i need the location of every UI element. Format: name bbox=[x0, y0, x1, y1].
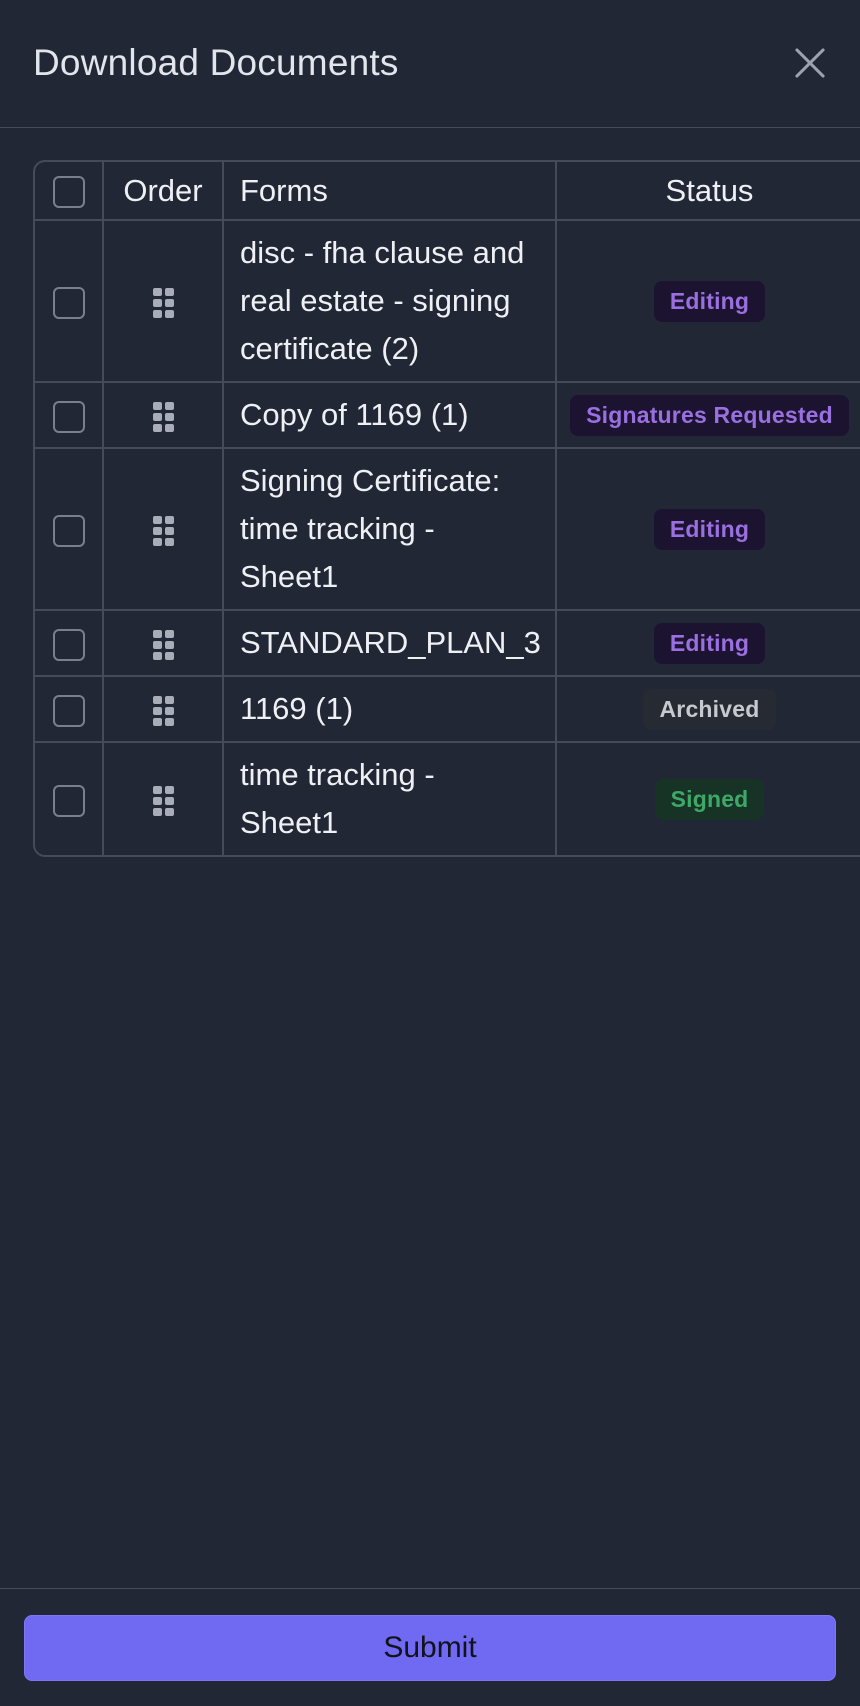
drag-handle-icon[interactable] bbox=[152, 785, 174, 816]
form-name: Signing Certificate: time tracking - She… bbox=[222, 447, 557, 611]
row-order-cell bbox=[102, 447, 224, 611]
table-row: disc - fha clause and real estate - sign… bbox=[35, 219, 860, 383]
table-row: 1169 (1) Archived bbox=[35, 675, 860, 743]
row-order-cell bbox=[102, 381, 224, 449]
row-select-cell bbox=[35, 609, 104, 677]
status-badge: Signed bbox=[654, 778, 765, 820]
drag-handle-icon[interactable] bbox=[152, 515, 174, 546]
documents-table-container: Order Forms Status disc - fha clause and… bbox=[33, 160, 860, 857]
close-icon[interactable] bbox=[790, 43, 830, 83]
row-select-cell bbox=[35, 219, 104, 383]
row-status-cell: Signatures Requested bbox=[555, 381, 860, 449]
form-name: 1169 (1) bbox=[222, 675, 557, 743]
row-order-cell bbox=[102, 741, 224, 855]
row-checkbox[interactable] bbox=[52, 286, 85, 319]
submit-button[interactable]: Submit bbox=[24, 1615, 836, 1681]
documents-table: Order Forms Status disc - fha clause and… bbox=[35, 162, 860, 855]
row-order-cell bbox=[102, 609, 224, 677]
status-badge: Archived bbox=[643, 688, 776, 730]
row-checkbox[interactable] bbox=[52, 514, 85, 547]
modal-title: Download Documents bbox=[33, 41, 399, 83]
row-status-cell: Editing bbox=[555, 447, 860, 611]
select-all-cell bbox=[35, 162, 104, 221]
download-documents-modal: Download Documents Order Forms Status di… bbox=[0, 0, 860, 1706]
table-row: STANDARD_PLAN_3 Editing bbox=[35, 609, 860, 677]
modal-header: Download Documents bbox=[0, 0, 860, 128]
status-header: Status bbox=[555, 162, 860, 221]
select-all-checkbox[interactable] bbox=[52, 176, 85, 209]
drag-handle-icon[interactable] bbox=[152, 695, 174, 726]
status-badge: Signatures Requested bbox=[570, 394, 849, 436]
table-row: Signing Certificate: time tracking - She… bbox=[35, 447, 860, 611]
status-badge: Editing bbox=[653, 508, 766, 550]
row-status-cell: Editing bbox=[555, 609, 860, 677]
row-select-cell bbox=[35, 447, 104, 611]
forms-header: Forms bbox=[222, 162, 557, 221]
row-order-cell bbox=[102, 219, 224, 383]
row-status-cell: Archived bbox=[555, 675, 860, 743]
row-status-cell: Editing bbox=[555, 219, 860, 383]
form-name: STANDARD_PLAN_3 bbox=[222, 609, 557, 677]
modal-footer: Submit bbox=[0, 1588, 860, 1706]
row-select-cell bbox=[35, 741, 104, 855]
form-name: Copy of 1169 (1) bbox=[222, 381, 557, 449]
row-select-cell bbox=[35, 381, 104, 449]
table-row: Copy of 1169 (1) Signatures Requested bbox=[35, 381, 860, 449]
row-select-cell bbox=[35, 675, 104, 743]
drag-handle-icon[interactable] bbox=[152, 287, 174, 318]
table-header-row: Order Forms Status bbox=[35, 162, 860, 221]
order-header: Order bbox=[102, 162, 224, 221]
form-name: disc - fha clause and real estate - sign… bbox=[222, 219, 557, 383]
table-row: time tracking - Sheet1 Signed bbox=[35, 741, 860, 855]
row-checkbox[interactable] bbox=[52, 628, 85, 661]
row-checkbox[interactable] bbox=[52, 784, 85, 817]
row-checkbox[interactable] bbox=[52, 400, 85, 433]
drag-handle-icon[interactable] bbox=[152, 401, 174, 432]
status-badge: Editing bbox=[653, 280, 766, 322]
status-badge: Editing bbox=[653, 622, 766, 664]
row-checkbox[interactable] bbox=[52, 694, 85, 727]
drag-handle-icon[interactable] bbox=[152, 629, 174, 660]
row-order-cell bbox=[102, 675, 224, 743]
form-name: time tracking - Sheet1 bbox=[222, 741, 557, 855]
row-status-cell: Signed bbox=[555, 741, 860, 855]
